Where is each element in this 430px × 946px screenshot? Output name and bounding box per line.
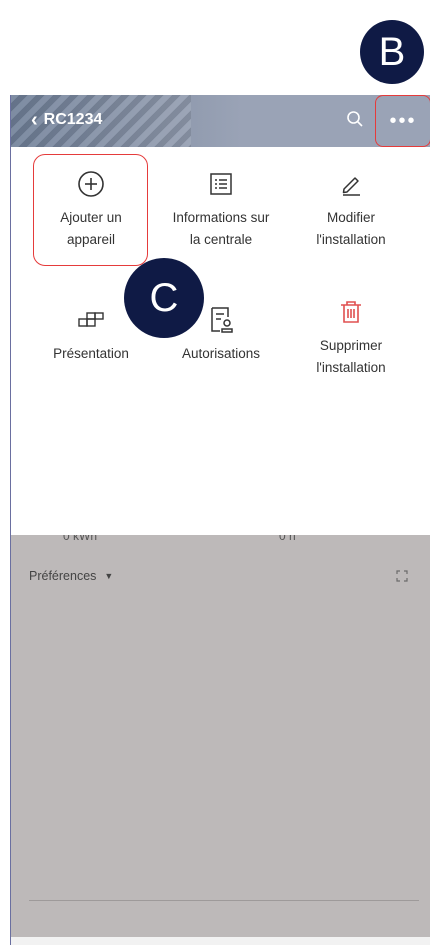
- menu-item-label: Informations sur la centrale: [172, 210, 270, 247]
- layout-icon: [78, 312, 104, 327]
- more-options-button[interactable]: •••: [375, 95, 430, 147]
- callout-c-label: C: [149, 275, 179, 320]
- menu-item-delete-plant[interactable]: Supprimer l'installation: [286, 295, 416, 379]
- menu-item-edit-plant[interactable]: Modifier l'installation: [286, 167, 416, 251]
- expand-button[interactable]: [395, 569, 411, 585]
- plant-name: RC1234: [43, 111, 103, 128]
- menu-item-add-device[interactable]: Ajouter un appareil: [26, 167, 156, 251]
- app-screen: ‹ RC1234 ••• Ajouter un appareil Informa…: [10, 95, 430, 945]
- search-button[interactable]: [343, 107, 367, 131]
- divider: [29, 900, 419, 901]
- chevron-left-icon: ‹: [31, 109, 38, 131]
- expand-icon: [396, 570, 408, 582]
- edit-pencil-icon: [342, 177, 360, 196]
- more-dots-icon: •••: [389, 109, 417, 132]
- back-button[interactable]: ‹ RC1234: [31, 105, 102, 135]
- preferences-dropdown[interactable]: Préférences ▼: [29, 569, 113, 583]
- menu-item-label: Autorisations: [181, 346, 261, 361]
- trash-icon: [341, 301, 361, 323]
- list-icon: [210, 173, 232, 195]
- callout-c-marker: C: [124, 258, 204, 338]
- menu-item-label: Modifier l'installation: [316, 210, 386, 247]
- energy-stat: 0 kWh: [63, 535, 98, 543]
- authorization-document-icon: [211, 307, 233, 333]
- background-stats: 0 kWh 0 h: [11, 535, 430, 549]
- callout-b-marker: B: [360, 20, 424, 84]
- menu-item-label: Supprimer l'installation: [316, 338, 386, 375]
- add-circle-icon: [78, 171, 104, 197]
- hours-stat: 0 h: [279, 535, 296, 543]
- menu-item-label: Ajouter un appareil: [60, 210, 122, 247]
- bottom-bar: [11, 937, 430, 945]
- search-icon: [347, 111, 363, 127]
- menu-item-label: Présentation: [53, 346, 129, 361]
- app-header: ‹ RC1234 •••: [11, 95, 430, 147]
- callout-b-label: B: [378, 29, 406, 74]
- preferences-label: Préférences: [29, 569, 97, 583]
- options-menu: Ajouter un appareil Informations sur la …: [11, 147, 430, 535]
- menu-item-plant-info[interactable]: Informations sur la centrale: [156, 167, 286, 251]
- caret-down-icon: ▼: [104, 571, 114, 581]
